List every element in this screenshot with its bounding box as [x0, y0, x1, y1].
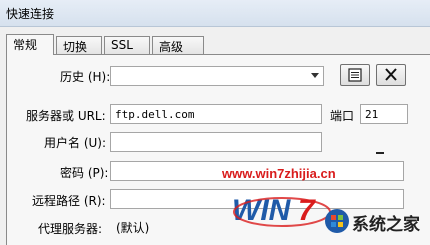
- tab-advanced[interactable]: 高级: [152, 36, 204, 54]
- watermark-brand: 系统之家: [352, 215, 420, 235]
- username-label: 用户名 (U):: [44, 136, 107, 150]
- history-delete-button[interactable]: [376, 64, 406, 86]
- history-label: 历史 (H):: [60, 70, 111, 84]
- username-field[interactable]: [110, 132, 322, 152]
- remote-path-label: 远程路径 (R):: [32, 194, 106, 208]
- server-label: 服务器或 URL:: [26, 109, 106, 123]
- tab-switch[interactable]: 切换: [56, 36, 102, 54]
- watermark-url: www.win7zhijia.cn: [222, 166, 336, 181]
- port-label: 端口: [330, 109, 355, 123]
- title-bar: 快速连接: [0, 0, 430, 27]
- server-input[interactable]: [111, 105, 321, 123]
- username-input[interactable]: [111, 133, 321, 151]
- text-cursor-mark: [376, 152, 384, 154]
- window-title: 快速连接: [6, 7, 55, 21]
- tab-ssl[interactable]: SSL: [104, 36, 150, 54]
- watermark: www.win7zhijia.cn WIN 7 系统之家: [222, 166, 430, 245]
- server-field[interactable]: [110, 104, 322, 124]
- history-input[interactable]: [111, 67, 323, 85]
- close-icon: [385, 68, 397, 81]
- password-label: 密码 (P):: [60, 166, 109, 180]
- port-field[interactable]: [360, 104, 408, 124]
- chevron-down-icon[interactable]: [311, 73, 319, 78]
- proxy-value[interactable]: (默认): [116, 219, 149, 236]
- port-input[interactable]: [361, 105, 407, 123]
- tab-general[interactable]: 常规: [6, 34, 54, 55]
- history-combobox[interactable]: [110, 66, 324, 86]
- windows-flag-icon: [325, 209, 349, 233]
- proxy-label: 代理服务器:: [38, 222, 103, 236]
- history-properties-button[interactable]: [340, 64, 370, 86]
- properties-icon: [348, 68, 362, 82]
